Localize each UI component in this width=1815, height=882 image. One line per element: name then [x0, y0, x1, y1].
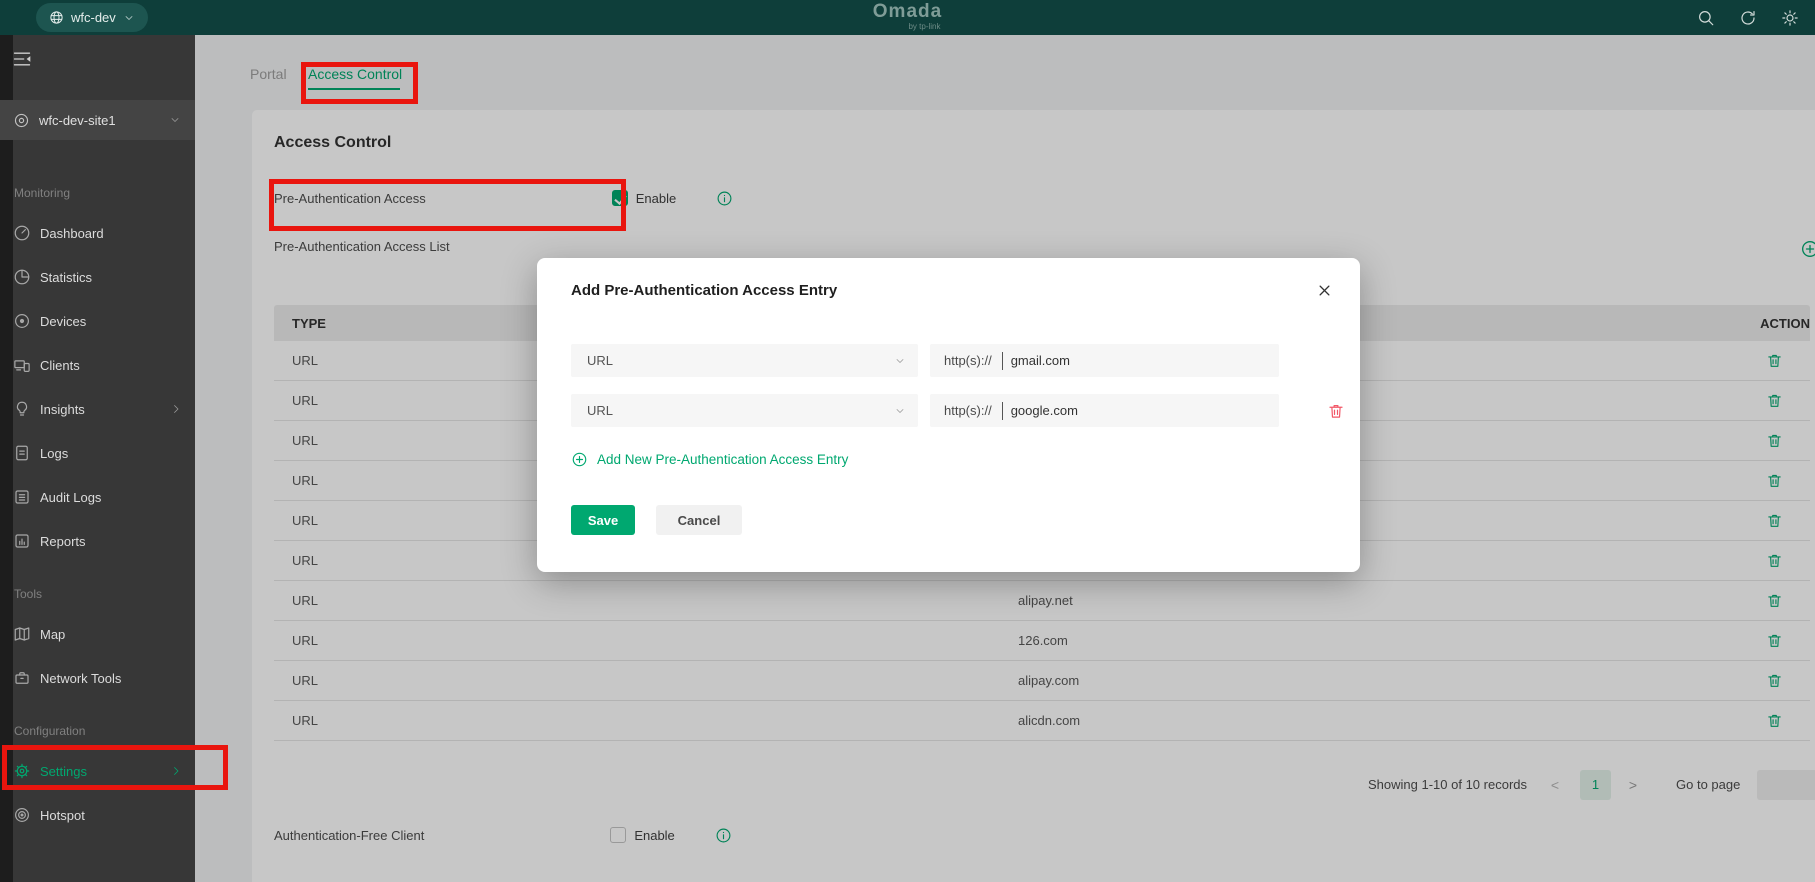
sidebar-item-label: Statistics [40, 270, 92, 285]
audit-logs-icon [13, 488, 31, 506]
add-new-entry-label: Add New Pre-Authentication Access Entry [597, 452, 848, 467]
entry-url-input[interactable]: http(s):// gmail.com [930, 344, 1279, 377]
url-value: google.com [1011, 403, 1078, 418]
chevron-down-icon [123, 12, 135, 24]
sidebar-item-clients[interactable]: Clients [0, 343, 195, 387]
globe-icon [49, 10, 64, 25]
site-selector[interactable]: wfc-dev-site1 [0, 100, 195, 140]
chevron-down-icon [894, 355, 906, 367]
devices-icon [13, 312, 31, 330]
save-button[interactable]: Save [571, 505, 635, 535]
topbar-actions [1697, 0, 1799, 35]
sidebar-item-hotspot[interactable]: Hotspot [0, 793, 195, 837]
site-icon [13, 112, 30, 129]
add-new-entry-link[interactable]: Add New Pre-Authentication Access Entry [571, 451, 848, 468]
section-label-monitoring: Monitoring [0, 183, 195, 203]
add-pre-auth-entry-modal: Add Pre-Authentication Access Entry URL … [537, 258, 1360, 572]
sidebar-item-label: Audit Logs [40, 490, 101, 505]
modal-title: Add Pre-Authentication Access Entry [571, 282, 837, 299]
insights-icon [13, 400, 31, 418]
sidebar-item-label: Hotspot [40, 808, 85, 823]
url-prefix: http(s):// [944, 353, 992, 368]
text-caret [1002, 352, 1003, 370]
entry-type-select[interactable]: URL [571, 344, 918, 377]
sidebar-item-label: Devices [40, 314, 86, 329]
organization-selector[interactable]: wfc-dev [36, 3, 148, 32]
entry-url-input[interactable]: http(s):// google.com [930, 394, 1279, 427]
sidebar-item-label: Dashboard [40, 226, 104, 241]
site-name: wfc-dev-site1 [39, 113, 116, 128]
logo-text: Omada [873, 2, 942, 22]
sidebar-item-label: Map [40, 627, 65, 642]
entry-type-value: URL [587, 353, 613, 368]
sidebar-item-label: Reports [40, 534, 86, 549]
reports-icon [13, 532, 31, 550]
sidebar-item-statistics[interactable]: Statistics [0, 255, 195, 299]
chevron-down-icon [169, 114, 181, 126]
map-icon [13, 625, 31, 643]
delete-entry-icon[interactable] [1327, 402, 1345, 420]
sidebar-item-reports[interactable]: Reports [0, 519, 195, 563]
organization-name: wfc-dev [71, 10, 116, 25]
plus-circle-icon [571, 451, 588, 468]
url-value: gmail.com [1011, 353, 1070, 368]
text-caret [1002, 402, 1003, 420]
entry-type-value: URL [587, 403, 613, 418]
clients-icon [13, 356, 31, 374]
cancel-button[interactable]: Cancel [656, 505, 742, 535]
sidebar-item-insights[interactable]: Insights [0, 387, 195, 431]
omada-logo: Omada by tp-link [0, 2, 1815, 31]
search-icon[interactable] [1697, 9, 1715, 27]
sidebar-item-audit-logs[interactable]: Audit Logs [0, 475, 195, 519]
sidebar-item-logs[interactable]: Logs [0, 431, 195, 475]
sidebar-item-label: Settings [40, 764, 87, 779]
top-bar: wfc-dev Omada by tp-link [0, 0, 1815, 35]
statistics-icon [13, 268, 31, 286]
sidebar: wfc-dev-site1 Monitoring Dashboard Stati… [0, 35, 195, 882]
chevron-right-icon [170, 403, 182, 415]
omada-controller-screen: wfc-dev Omada by tp-link wfc-dev-site1 M… [0, 0, 1815, 882]
section-label-tools: Tools [0, 584, 195, 604]
menu-fold-icon[interactable] [12, 49, 32, 69]
url-prefix: http(s):// [944, 403, 992, 418]
sidebar-item-label: Insights [40, 402, 85, 417]
chevron-down-icon [894, 405, 906, 417]
logs-icon [13, 444, 31, 462]
hotspot-icon [13, 806, 31, 824]
section-label-configuration: Configuration [0, 721, 195, 741]
sidebar-item-label: Logs [40, 446, 68, 461]
sidebar-item-dashboard[interactable]: Dashboard [0, 211, 195, 255]
sidebar-item-label: Clients [40, 358, 80, 373]
sidebar-item-devices[interactable]: Devices [0, 299, 195, 343]
sidebar-item-settings[interactable]: Settings [0, 749, 195, 793]
sidebar-item-label: Network Tools [40, 671, 121, 686]
refresh-icon[interactable] [1739, 9, 1757, 27]
sidebar-nav: Monitoring Dashboard Statistics Devices … [0, 176, 195, 837]
sidebar-item-map[interactable]: Map [0, 612, 195, 656]
dashboard-icon [13, 224, 31, 242]
brightness-icon[interactable] [1781, 9, 1799, 27]
logo-subtext: by tp-link [908, 22, 940, 31]
network-tools-icon [13, 669, 31, 687]
gear-icon [13, 762, 31, 780]
entry-type-select[interactable]: URL [571, 394, 918, 427]
sidebar-item-network-tools[interactable]: Network Tools [0, 656, 195, 700]
close-icon[interactable] [1317, 283, 1332, 298]
chevron-right-icon [170, 765, 182, 777]
